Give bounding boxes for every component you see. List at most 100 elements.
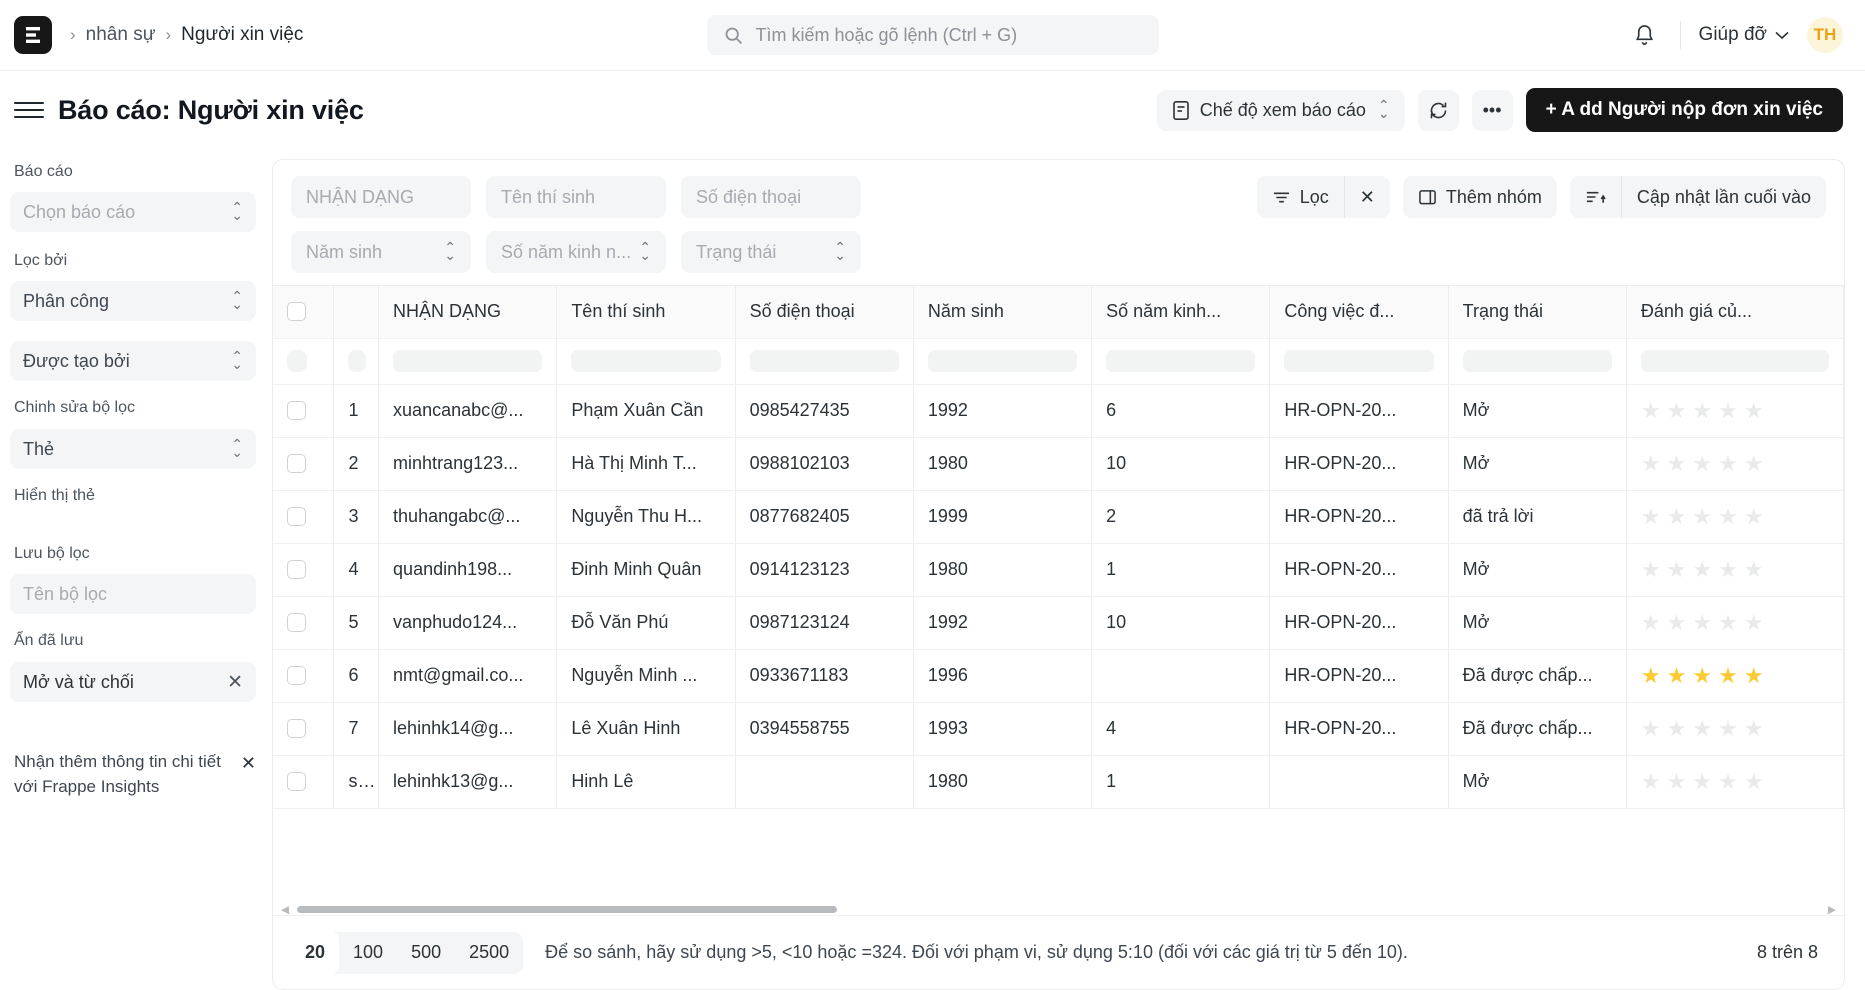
global-search[interactable]: Tìm kiếm hoặc gõ lệnh (Ctrl + G) [706,15,1159,55]
hide-saved-link[interactable]: Ẩn đã lưu [14,632,256,650]
show-tags-link[interactable]: Hiển thị thẻ [14,487,256,505]
star-icon[interactable]: ★ [1641,558,1661,581]
cell-id[interactable]: quandinh198... [378,543,558,597]
skeleton-cell-rating[interactable] [1626,338,1844,385]
cell-status[interactable]: Đã được chấp... [1448,649,1627,703]
star-icon[interactable]: ★ [1692,770,1712,793]
star-icon[interactable]: ★ [1692,664,1712,687]
select-all-header[interactable] [273,286,335,339]
filter-input-name[interactable]: Tên thí sinh [486,176,666,218]
skeleton-cell-id[interactable] [378,338,558,385]
refresh-button[interactable] [1417,89,1459,131]
horizontal-scrollbar[interactable]: ◀ ▶ [273,903,1844,915]
filter-select-status[interactable]: Trạng thái ⌃ ⌄ [681,231,861,273]
table-row[interactable]: 7 lehinhk14@g... Lê Xuân Hinh 0394558755 199… [273,702,1844,756]
cell-status[interactable]: Mở [1448,755,1627,809]
row-checkbox-cell[interactable] [273,702,335,756]
cell-rating[interactable]: ★ ★ ★ ★ ★ [1626,596,1844,650]
filter-input-phone[interactable]: Số điện thoại [681,176,861,218]
report-view-button[interactable]: Chế độ xem báo cáo ⌃ ⌄ [1156,89,1405,131]
cell-rating[interactable]: ★ ★ ★ ★ ★ [1626,702,1844,756]
column-header-name[interactable]: Tên thí sinh [556,286,736,339]
star-icon[interactable]: ★ [1744,611,1764,634]
column-header-rating[interactable]: Đánh giá củ... [1626,286,1844,339]
cell-phone[interactable]: 0933671183 [735,649,914,703]
filter-select-year[interactable]: Năm sinh ⌃ ⌄ [291,231,471,273]
edit-filters-link[interactable]: Chinh sửa bộ lọc [14,399,256,417]
star-icon[interactable]: ★ [1667,505,1687,528]
row-checkbox-cell[interactable] [273,543,335,597]
star-icon[interactable]: ★ [1744,452,1764,475]
skeleton-cell-phone[interactable] [735,338,914,385]
sort-field-button[interactable]: Cập nhật lần cuối vào [1620,176,1826,218]
star-icon[interactable]: ★ [1692,452,1712,475]
cell-job[interactable]: HR-OPN-20... [1269,702,1449,756]
hamburger-icon[interactable] [14,102,44,118]
filter-select-experience[interactable]: Số năm kinh n... ⌃ ⌄ [486,231,666,273]
star-icon[interactable]: ★ [1692,558,1712,581]
cell-status[interactable]: đã trả lời [1448,490,1627,544]
cell-phone[interactable]: 0988102103 [735,437,914,491]
cell-year[interactable]: 1980 [913,755,1093,809]
table-row[interactable]: 2 minhtrang123... Hà Thị Minh T... 09881021… [273,437,1844,491]
app-logo[interactable] [14,16,52,54]
page-size-500[interactable]: 500 [397,932,455,974]
add-applicant-button[interactable]: + A dd Người nộp đơn xin việc [1525,88,1843,132]
bell-icon[interactable] [1628,18,1662,52]
cell-experience[interactable]: 10 [1091,437,1271,491]
cell-name[interactable]: Hà Thị Minh T... [556,437,736,491]
close-icon[interactable]: ✕ [241,750,256,799]
star-icon[interactable]: ★ [1692,505,1712,528]
cell-phone[interactable]: 0914123123 [735,543,914,597]
rating-stars[interactable]: ★ ★ ★ ★ ★ [1641,505,1829,528]
help-menu[interactable]: Giúp đỡ [1699,24,1789,46]
add-group-button[interactable]: Thêm nhóm [1403,176,1557,218]
cell-name[interactable]: Phạm Xuân Cần [556,384,736,438]
star-icon[interactable]: ★ [1692,399,1712,422]
cell-phone[interactable]: 0877682405 [735,490,914,544]
cell-experience[interactable]: 10 [1091,596,1271,650]
star-icon[interactable]: ★ [1692,611,1712,634]
cell-year[interactable]: 1992 [913,596,1093,650]
filter-assigned-dropdown[interactable]: Phân công ⌃ ⌄ [10,281,256,321]
cell-rating[interactable]: ★ ★ ★ ★ ★ [1626,543,1844,597]
cell-job[interactable] [1269,755,1449,809]
star-icon[interactable]: ★ [1667,611,1687,634]
cell-year[interactable]: 1992 [913,384,1093,438]
cell-year[interactable]: 1993 [913,702,1093,756]
more-options-button[interactable]: ••• [1471,89,1513,131]
row-checkbox-cell[interactable] [273,596,335,650]
cell-id[interactable]: xuancanabc@... [378,384,558,438]
cell-experience[interactable]: 2 [1091,490,1271,544]
star-icon[interactable]: ★ [1641,505,1661,528]
cell-year[interactable]: 1999 [913,490,1093,544]
column-header-phone[interactable]: Số điện thoại [735,286,914,339]
cell-name[interactable]: Nguyễn Thu H... [556,490,736,544]
filter-name-input[interactable]: Tên bộ lọc [10,574,256,614]
filter-input-id[interactable]: NHẬN DẠNG [291,176,471,218]
row-checkbox[interactable] [287,560,306,579]
star-icon[interactable]: ★ [1718,664,1738,687]
cell-id[interactable]: nmt@gmail.co... [378,649,558,703]
star-icon[interactable]: ★ [1718,770,1738,793]
star-icon[interactable]: ★ [1641,399,1661,422]
cell-rating[interactable]: ★ ★ ★ ★ ★ [1626,437,1844,491]
row-checkbox-cell[interactable] [273,649,335,703]
close-icon[interactable]: ✕ [227,671,243,694]
star-icon[interactable]: ★ [1718,558,1738,581]
cell-job[interactable]: HR-OPN-20... [1269,384,1449,438]
cell-job[interactable]: HR-OPN-20... [1269,490,1449,544]
cell-experience[interactable]: 1 [1091,543,1271,597]
rating-stars[interactable]: ★ ★ ★ ★ ★ [1641,717,1829,740]
scroll-left-arrow[interactable]: ◀ [281,903,289,916]
cell-name[interactable]: Lê Xuân Hinh [556,702,736,756]
rating-stars[interactable]: ★ ★ ★ ★ ★ [1641,399,1829,422]
rating-stars[interactable]: ★ ★ ★ ★ ★ [1641,452,1829,475]
cell-year[interactable]: 1996 [913,649,1093,703]
cell-id[interactable]: thuhangabc@... [378,490,558,544]
page-size-2500[interactable]: 2500 [455,932,523,974]
cell-phone[interactable]: 0394558755 [735,702,914,756]
row-checkbox[interactable] [287,772,306,791]
row-checkbox-cell[interactable] [273,384,335,438]
star-icon[interactable]: ★ [1744,664,1764,687]
